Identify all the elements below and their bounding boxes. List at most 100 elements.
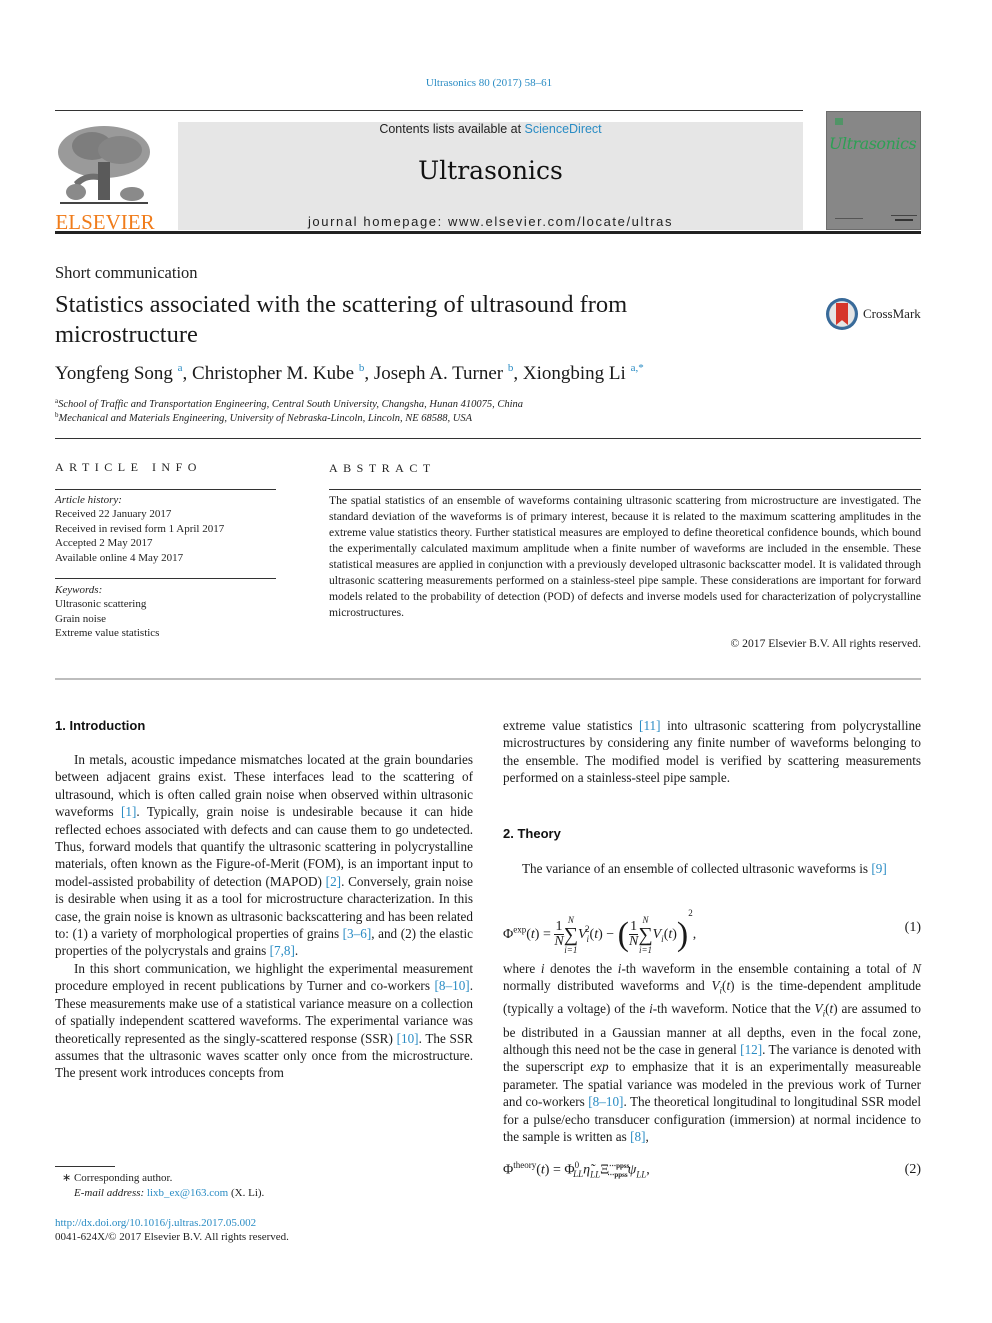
affiliation-text: School of Traffic and Transportation Eng… (58, 399, 524, 410)
citation-link[interactable]: [12] (740, 1042, 762, 1057)
citation-link[interactable]: [3–6] (343, 926, 372, 941)
journal-name: Ultrasonics (418, 156, 563, 185)
asterisk-icon: ∗ (62, 1172, 74, 1184)
paragraph: The variance of an ensemble of collected… (522, 861, 887, 876)
abstract-rule (329, 489, 921, 490)
citation-link[interactable]: [1] (121, 804, 136, 819)
author-name[interactable]: Joseph A. Turner (374, 363, 503, 384)
citation-link[interactable]: [8] (630, 1129, 645, 1144)
citation-link[interactable]: [8–10] (588, 1094, 623, 1109)
author-list: Yongfeng Song a, Christopher M. Kube b, … (55, 362, 644, 385)
abstract-copyright: © 2017 Elsevier B.V. All rights reserved… (730, 637, 921, 650)
author-name[interactable]: Christopher M. Kube (192, 363, 354, 384)
theory-intro: The variance of an ensemble of collected… (503, 860, 921, 877)
cover-decoration (895, 219, 913, 221)
math-symbol: i (649, 1001, 653, 1017)
math-symbol: t (829, 1001, 834, 1017)
author-name[interactable]: Xiongbing Li (523, 363, 626, 384)
paragraph: extreme value statistics [11] into ultra… (503, 718, 921, 786)
paragraph: In this short communication, we highligh… (55, 960, 473, 1081)
journal-banner: Contents lists available at ScienceDirec… (178, 122, 803, 230)
sciencedirect-link[interactable]: ScienceDirect (525, 122, 602, 136)
citation-link[interactable]: [11] (639, 718, 660, 733)
abstract-bottom-rule (55, 678, 921, 680)
math-symbol: i (617, 961, 622, 976)
math-symbol: exp (590, 1059, 609, 1075)
introduction-continued: extreme value statistics [11] into ultra… (503, 717, 921, 787)
cover-title: Ultrasonics (829, 134, 917, 153)
affiliation-b: bMechanical and Materials Engineering, U… (55, 411, 472, 424)
section-heading-introduction: 1. Introduction (55, 718, 146, 733)
abstract-text: The spatial statistics of an ensemble of… (329, 494, 921, 619)
journal-homepage[interactable]: journal homepage: www.elsevier.com/locat… (178, 214, 803, 229)
footnote-rule (55, 1166, 115, 1167)
citation-link[interactable]: [8–10] (435, 978, 470, 993)
introduction-body: In metals, acoustic impedance mismatches… (55, 751, 473, 1082)
contents-prefix: Contents lists available at (379, 122, 525, 136)
doi-link[interactable]: http://dx.doi.org/10.1016/j.ultras.2017.… (55, 1217, 256, 1229)
journal-reference-link[interactable]: Ultrasonics 80 (2017) 58–61 (0, 77, 978, 89)
theory-body: where i denotes the i-th waveform in the… (503, 960, 921, 1145)
article-info-rule (55, 578, 276, 579)
history-item: Accepted 2 May 2017 (55, 537, 153, 550)
paragraph: In metals, acoustic impedance mismatches… (55, 752, 474, 959)
article-type: Short communication (55, 263, 198, 282)
article-history-label: Article history: (55, 494, 122, 506)
citation-link[interactable]: [10] (397, 1031, 419, 1046)
header-thick-rule (55, 231, 921, 234)
corresponding-author-note: ∗ Corresponding author. (62, 1171, 172, 1184)
issn-copyright: 0041-624X/© 2017 Elsevier B.V. All right… (55, 1231, 289, 1243)
math-subscript: i (822, 1009, 826, 1020)
history-item: Received in revised form 1 April 2017 (55, 522, 225, 535)
crossmark-label: CrossMark (863, 306, 921, 321)
affiliation-text: Mechanical and Materials Engineering, Un… (58, 413, 473, 424)
abstract-heading: ABSTRACT (329, 461, 436, 475)
history-item: Received 22 January 2017 (55, 508, 172, 521)
citation-link[interactable]: [9] (871, 861, 886, 876)
section-heading-theory: 2. Theory (503, 826, 561, 841)
math-subscript: i (719, 986, 723, 997)
cover-decoration (835, 218, 863, 219)
equation-1-body: Φexp(t) = 1 N N ∑ i=1 Vi2(t) − (1 N N ∑ i=1 Vi(t))… (503, 908, 697, 955)
author-separator: , (182, 363, 193, 384)
header-rule (55, 110, 803, 111)
cover-logo-icon (835, 118, 843, 125)
keywords: Keywords: Ultrasonic scattering Grain no… (55, 583, 159, 641)
keywords-label: Keywords: (55, 584, 103, 596)
author-name[interactable]: Yongfeng Song (55, 363, 173, 384)
crossmark-button[interactable]: CrossMark (826, 298, 926, 334)
math-symbol: N (912, 961, 921, 976)
math-symbol: V (711, 978, 720, 994)
journal-cover-thumbnail[interactable]: Ultrasonics (826, 111, 921, 230)
author-separator: , (513, 363, 523, 384)
paragraph: where i denotes the i-th waveform in the… (503, 961, 922, 1144)
equation-number: (1) (904, 920, 921, 935)
affiliation-a: aSchool of Traffic and Transportation En… (55, 397, 523, 410)
keyword-item: Extreme value statistics (55, 627, 160, 640)
equation-2-body: Φtheory(t) = Φ0LLη̃LLΞ⋯ppss⋯ppssψLL, (503, 1160, 650, 1180)
history-item: Available online 4 May 2017 (55, 551, 184, 564)
equation-2: Φtheory(t) = Φ0LLη̃LLΞ⋯ppss⋯ppssψLL, (2) (503, 1158, 921, 1186)
article-title: Statistics associated with the scatterin… (55, 291, 628, 348)
math-symbol: t (726, 978, 731, 994)
article-info-heading: ARTICLE INFO (55, 460, 202, 474)
section-rule (55, 438, 921, 439)
email-label: E-mail address: (74, 1187, 147, 1199)
email-link[interactable]: lixb_ex@163.com (147, 1187, 228, 1199)
math-symbol: V (814, 1001, 823, 1017)
citation-link[interactable]: [2] (326, 874, 341, 889)
keyword-item: Grain noise (55, 612, 107, 625)
author-separator: , (364, 363, 374, 384)
email-note: E-mail address: lixb_ex@163.com (X. Li). (74, 1187, 264, 1199)
cover-decoration (891, 215, 917, 216)
article-info-rule (55, 489, 276, 490)
corresponding-author-text: Corresponding author. (73, 1172, 173, 1184)
author-affiliation-marker[interactable]: a,* (631, 362, 644, 374)
equation-number: (2) (904, 1162, 921, 1177)
citation-link[interactable]: [7,8] (270, 943, 295, 958)
math-symbol: i (540, 961, 545, 976)
contents-line: Contents lists available at ScienceDirec… (178, 122, 803, 136)
equation-1: Φexp(t) = 1 N N ∑ i=1 Vi2(t) − (1 N N ∑ i=1 Vi(t))… (503, 904, 921, 955)
keyword-item: Ultrasonic scattering (55, 598, 147, 611)
article-history: Article history: Received 22 January 201… (55, 493, 224, 565)
